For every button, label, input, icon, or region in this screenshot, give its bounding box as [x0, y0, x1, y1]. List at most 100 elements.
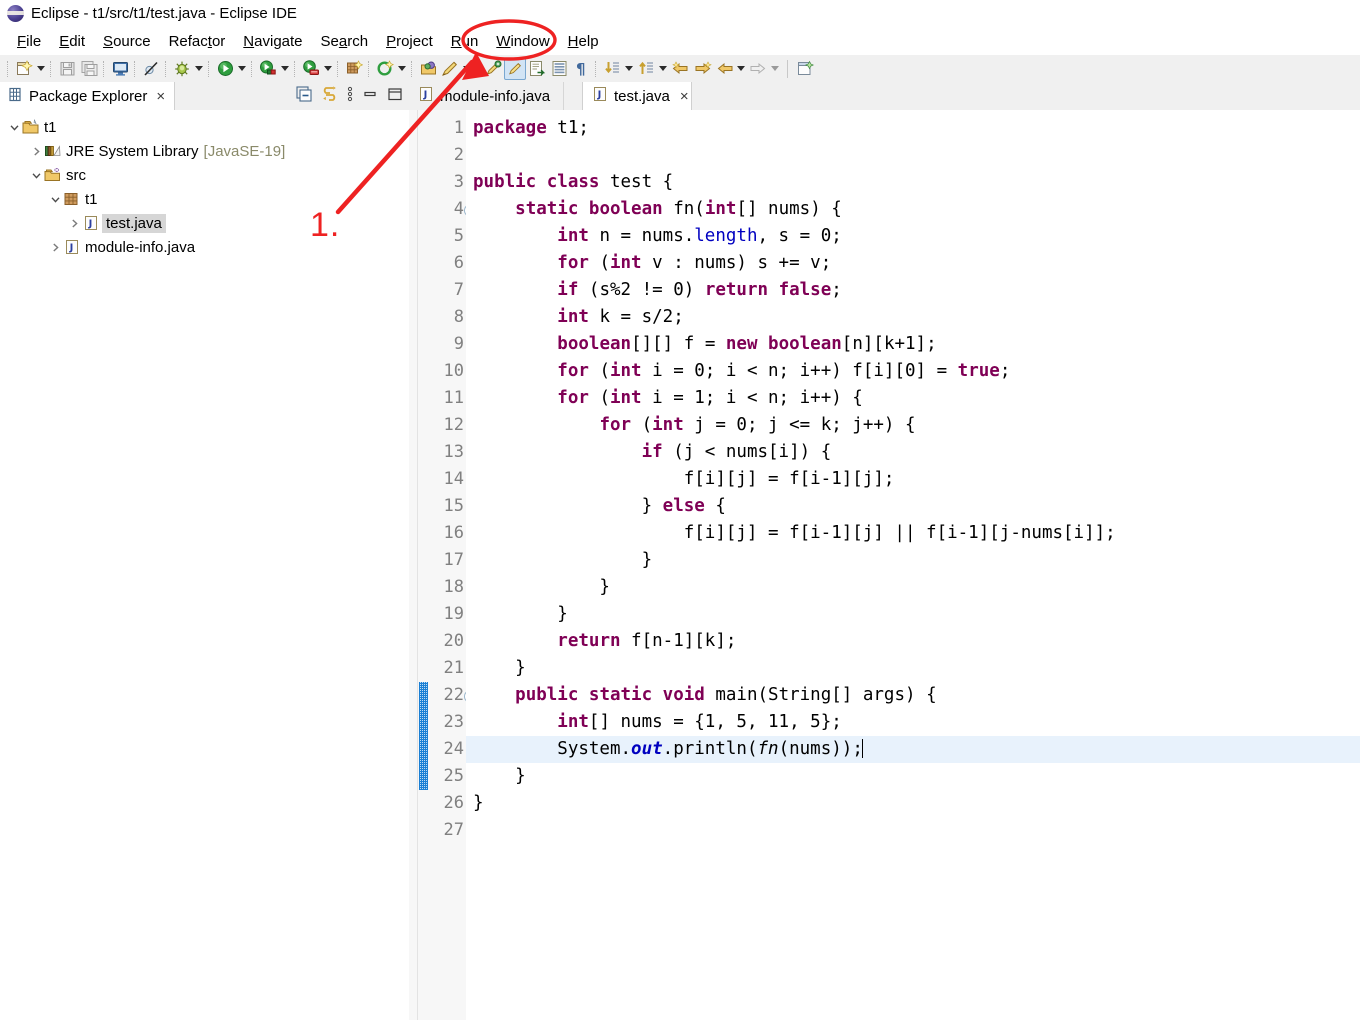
tab-test-java[interactable]: J test.java × [582, 82, 692, 110]
code-text-area[interactable]: package t1; public class test { static b… [466, 110, 1360, 1020]
external-tools-dropdown[interactable] [279, 58, 291, 80]
link-with-editor-icon[interactable] [321, 86, 338, 106]
next-annotation-dropdown[interactable] [623, 58, 635, 80]
code-line[interactable]: int k = s/2; [466, 304, 1360, 331]
previous-annotation-icon[interactable] [635, 58, 657, 80]
annotation-ruler[interactable] [409, 110, 418, 1020]
menu-edit[interactable]: Edit [50, 31, 94, 52]
code-line[interactable]: } [466, 763, 1360, 790]
tree-item-test-java[interactable]: J test.java [0, 211, 409, 235]
code-line[interactable]: package t1; [466, 115, 1360, 142]
show-whitespace-icon[interactable] [548, 58, 570, 80]
code-line[interactable] [466, 142, 1360, 169]
collapse-all-icon[interactable] [296, 86, 312, 106]
menu-help[interactable]: Help [559, 31, 608, 52]
toggle-java-editor-breadcrumb-icon[interactable] [504, 57, 526, 80]
chevron-right-icon[interactable] [47, 239, 63, 255]
new-java-class-dropdown[interactable] [396, 58, 408, 80]
pilcrow-icon[interactable]: ¶ [570, 58, 592, 80]
menu-project[interactable]: Project [377, 31, 442, 52]
code-line[interactable]: for (int j = 0; j <= k; j++) { [466, 412, 1360, 439]
new-window-icon[interactable] [794, 58, 816, 80]
code-line[interactable]: } else { [466, 493, 1360, 520]
chevron-down-icon[interactable] [47, 191, 63, 207]
tree-item-package-t1[interactable]: t1 [0, 187, 409, 211]
forward-icon[interactable] [691, 58, 713, 80]
back-icon[interactable] [669, 58, 691, 80]
code-line[interactable]: } [466, 574, 1360, 601]
chevron-down-icon[interactable] [6, 119, 22, 135]
new-java-console-icon[interactable] [109, 58, 131, 80]
close-icon[interactable]: × [156, 89, 165, 104]
tree-item-project-t1[interactable]: t1 [0, 115, 409, 139]
code-line[interactable]: if (s%2 != 0) return false; [466, 277, 1360, 304]
skip-all-breakpoints-icon[interactable] [140, 58, 162, 80]
code-line[interactable]: } [466, 547, 1360, 574]
close-icon[interactable]: × [680, 88, 689, 105]
maximize-icon[interactable] [387, 86, 403, 106]
menu-source[interactable]: Source [94, 31, 160, 52]
new-wizard-dropdown[interactable] [35, 58, 47, 80]
previous-edit-icon[interactable] [713, 58, 735, 80]
code-line[interactable]: } [466, 790, 1360, 817]
menu-file[interactable]: File [8, 31, 50, 52]
menu-window[interactable]: Window [487, 31, 558, 52]
run-icon[interactable] [214, 58, 236, 80]
next-edit-dropdown[interactable] [769, 58, 781, 80]
code-line[interactable]: } [466, 655, 1360, 682]
open-type-icon[interactable] [417, 58, 439, 80]
code-line[interactable]: boolean[][] f = new boolean[n][k+1]; [466, 331, 1360, 358]
chevron-down-icon[interactable] [28, 167, 44, 183]
menu-search[interactable]: Search [312, 31, 378, 52]
previous-edit-dropdown[interactable] [735, 58, 747, 80]
search-dropdown[interactable] [461, 58, 473, 80]
tree-item-module-info-java[interactable]: J module-info.java [0, 235, 409, 259]
next-edit-icon[interactable] [747, 58, 769, 80]
code-line[interactable]: } [466, 601, 1360, 628]
code-line[interactable]: f[i][j] = f[i-1][j] || f[i-1][j-nums[i]]… [466, 520, 1360, 547]
code-line[interactable]: public static void main(String[] args) { [466, 682, 1360, 709]
tab-package-explorer[interactable]: Package Explorer × [0, 82, 176, 110]
new-wizard-icon[interactable] [13, 58, 35, 80]
view-menu-icon[interactable] [347, 86, 353, 106]
code-line[interactable]: for (int i = 0; i < n; i++) f[i][0] = tr… [466, 358, 1360, 385]
coverage-icon[interactable] [300, 58, 322, 80]
external-tools-icon[interactable] [257, 58, 279, 80]
menu-run[interactable]: Run [442, 31, 488, 52]
new-java-package-icon[interactable] [343, 58, 365, 80]
previous-annotation-dropdown[interactable] [657, 58, 669, 80]
chevron-right-icon[interactable] [66, 215, 82, 231]
tab-module-info-java[interactable]: J module-info.java [409, 82, 564, 110]
code-line[interactable]: public class test { [466, 169, 1360, 196]
code-line[interactable]: for (int i = 1; i < n; i++) { [466, 385, 1360, 412]
new-java-class-icon[interactable] [374, 58, 396, 80]
coverage-dropdown[interactable] [322, 58, 334, 80]
menu-refactor[interactable]: Refactor [160, 31, 235, 52]
code-line[interactable]: return f[n-1][k]; [466, 628, 1360, 655]
code-line[interactable]: static boolean fn(int[] nums) { [466, 196, 1360, 223]
code-line[interactable] [466, 817, 1360, 844]
code-line[interactable]: System.out.println(fn(nums)); [466, 736, 1360, 763]
code-line[interactable]: if (j < nums[i]) { [466, 439, 1360, 466]
open-task-icon[interactable] [526, 58, 548, 80]
search-icon[interactable] [439, 58, 461, 80]
code-line[interactable]: int n = nums.length, s = 0; [466, 223, 1360, 250]
code-line[interactable]: f[i][j] = f[i-1][j]; [466, 466, 1360, 493]
chevron-right-icon[interactable] [28, 143, 44, 159]
toggle-mark-occurrences-icon[interactable] [482, 58, 504, 80]
code-line[interactable]: int[] nums = {1, 5, 11, 5}; [466, 709, 1360, 736]
menu-navigate[interactable]: Navigate [234, 31, 311, 52]
debug-dropdown[interactable] [193, 58, 205, 80]
run-dropdown[interactable] [236, 58, 248, 80]
tree-item-src[interactable]: src [0, 163, 409, 187]
minimize-icon[interactable] [362, 86, 378, 106]
next-annotation-icon[interactable] [601, 58, 623, 80]
code-token: else [662, 496, 705, 516]
code-line[interactable]: for (int v : nums) s += v; [466, 250, 1360, 277]
debug-icon[interactable] [171, 58, 193, 80]
code-token: int [557, 226, 589, 246]
tree-item-jre-system-library[interactable]: JRE System Library [JavaSE-19] [0, 139, 409, 163]
